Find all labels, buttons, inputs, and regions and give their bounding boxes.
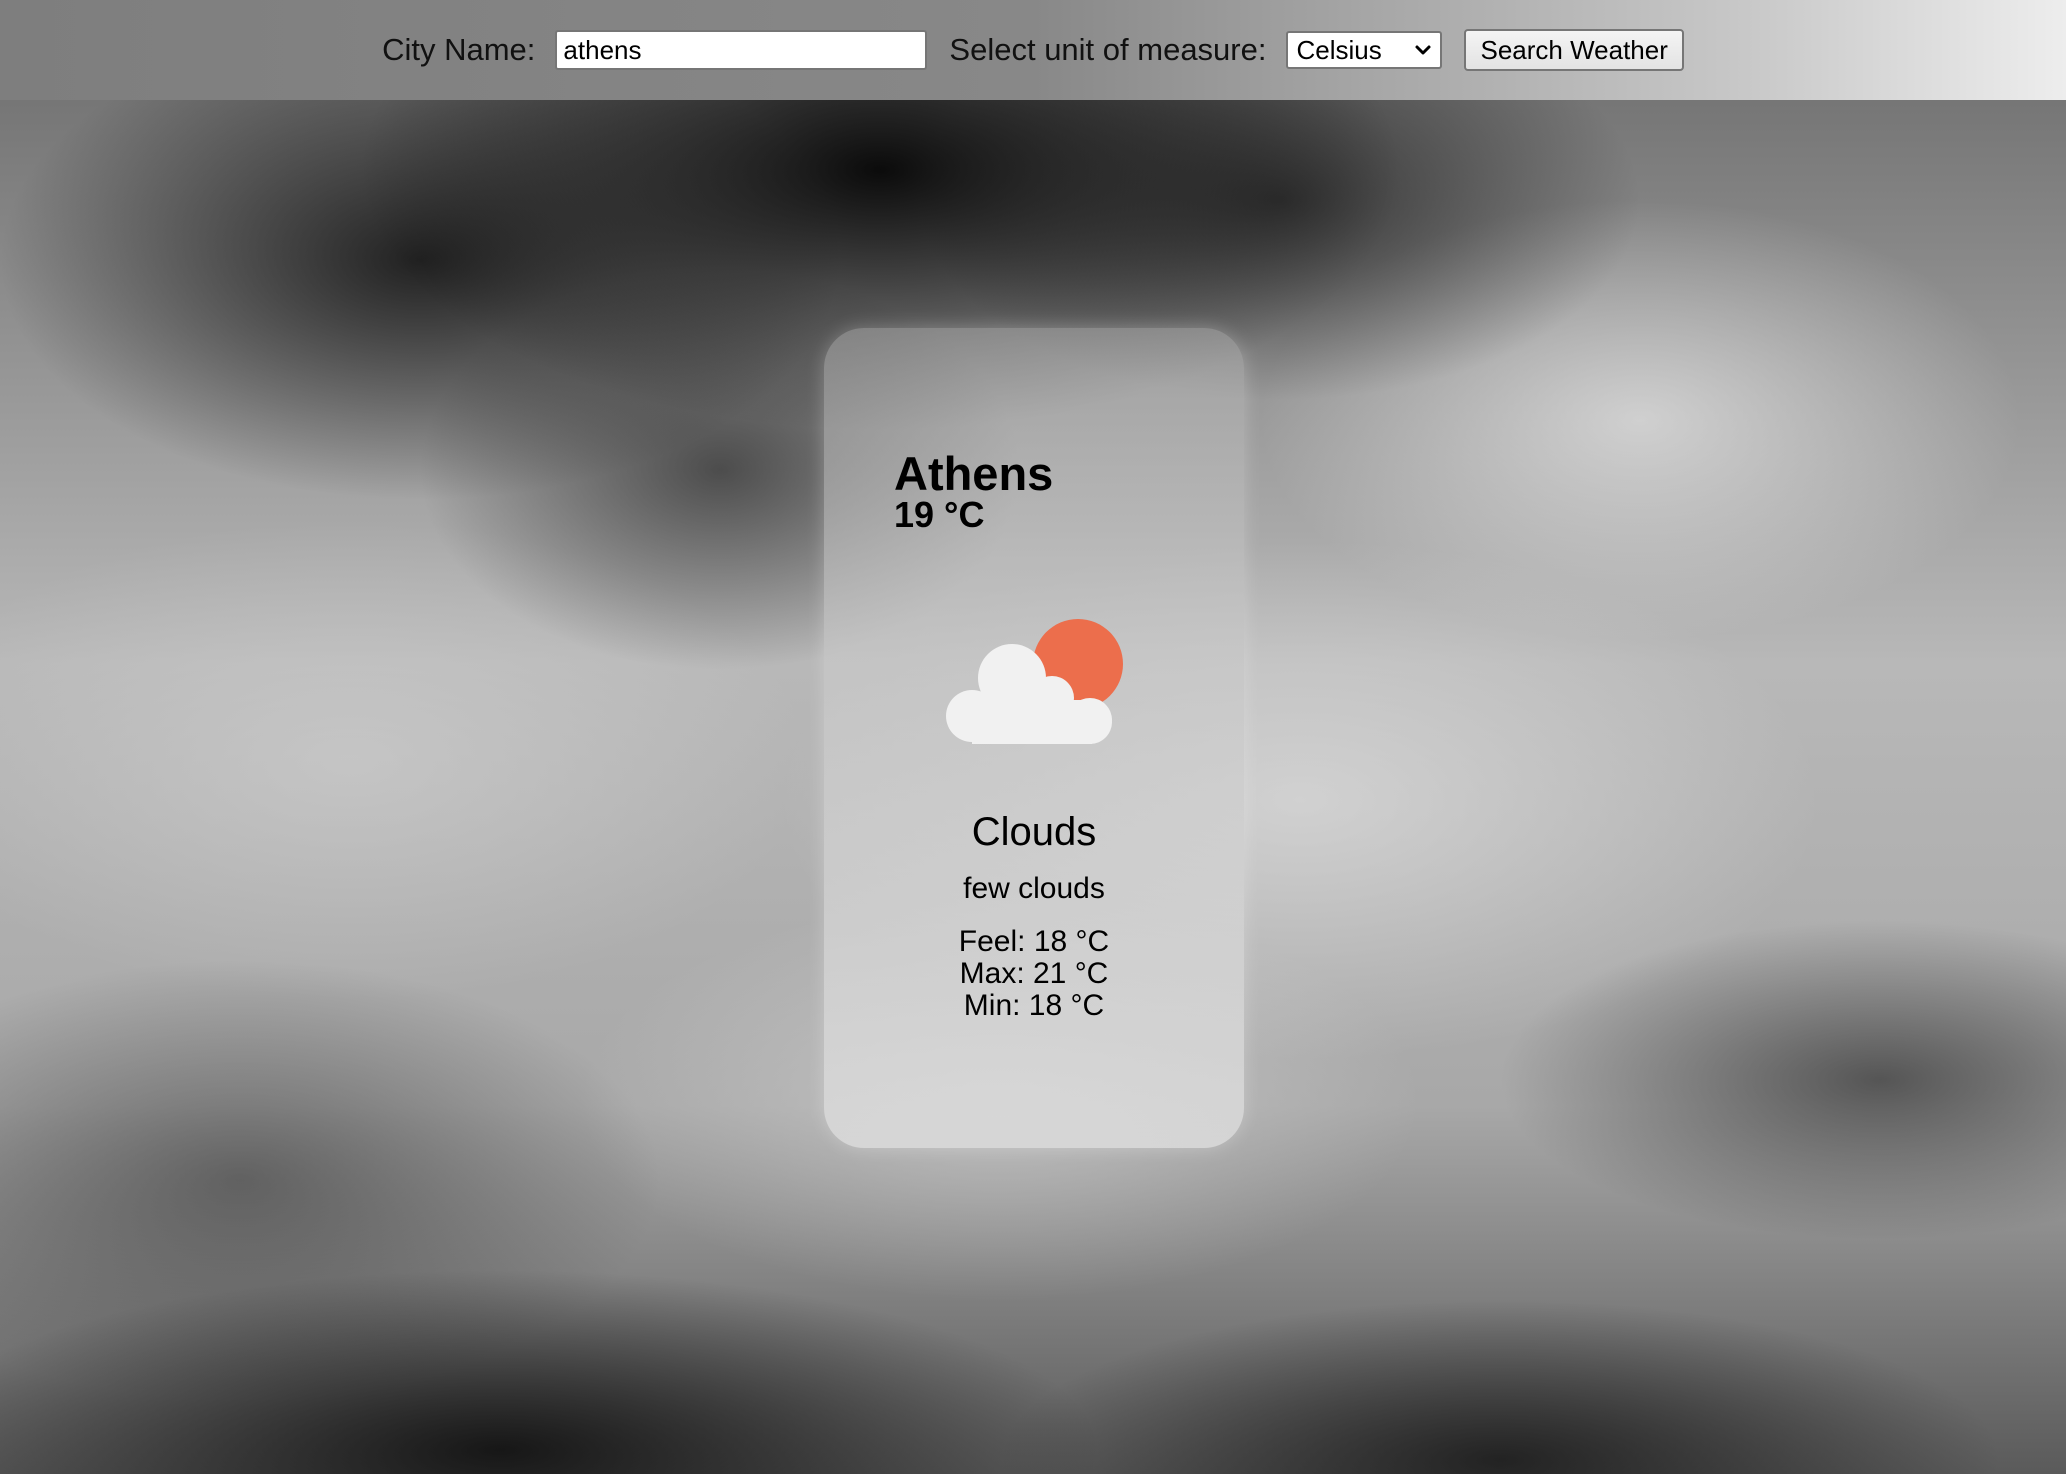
search-weather-button[interactable]: Search Weather <box>1464 29 1684 71</box>
unit-select-value: Celsius <box>1296 34 1382 65</box>
few-clouds-day-icon <box>946 619 1123 744</box>
max-temperature: Max: 21 °C <box>959 957 1109 990</box>
feels-like-temperature: Feel: 18 °C <box>958 925 1110 958</box>
city-name-label: City Name: <box>382 32 536 67</box>
city-name-input[interactable] <box>555 30 928 70</box>
city-name: Athens <box>894 447 1054 500</box>
search-toolbar: City Name: Select unit of measure: Celsi… <box>0 0 2066 100</box>
weather-main: Clouds <box>971 810 1097 854</box>
current-temperature: 19 °C <box>894 494 985 535</box>
unit-select[interactable]: Celsius <box>1286 31 1443 69</box>
weather-description: few clouds <box>963 872 1105 905</box>
min-temperature: Min: 18 °C <box>963 989 1105 1022</box>
chevron-down-icon <box>1415 45 1431 55</box>
unit-label: Select unit of measure: <box>949 32 1267 67</box>
weather-card: Athens 19 °C Clouds few clouds Feel: 18 … <box>824 328 1244 1148</box>
